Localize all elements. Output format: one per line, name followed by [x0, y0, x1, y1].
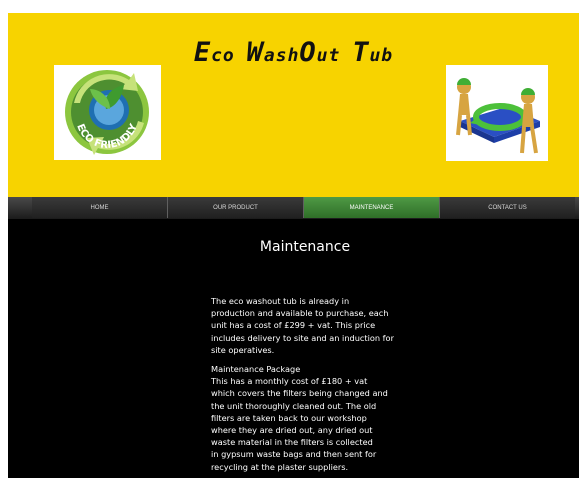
nav-items: HOME OUR PRODUCT MAINTENANCE CONTACT US: [32, 197, 575, 218]
recycle-team-icon: [456, 78, 540, 154]
eco-friendly-logo: ECO FRIENDLY: [54, 65, 161, 160]
intro-paragraph: The eco washout tub is already in produc…: [211, 296, 394, 355]
site-header: Eco WashOut Tub ECO FRIENDLY: [8, 13, 579, 197]
package-paragraph: This has a monthly cost of £180 + vat wh…: [211, 376, 388, 472]
nav-item-home[interactable]: HOME: [32, 197, 168, 218]
nav-item-maintenance[interactable]: MAINTENANCE: [304, 197, 440, 218]
nav-item-our-product[interactable]: OUR PRODUCT: [168, 197, 304, 218]
main-content: Maintenance The eco washout tub is alrea…: [8, 219, 579, 478]
eco-friendly-icon: ECO FRIENDLY: [65, 70, 149, 155]
nav-item-contact-us[interactable]: CONTACT US: [440, 197, 575, 218]
recycling-figures-image: [446, 65, 548, 161]
site-title: Eco WashOut Tub: [193, 37, 394, 68]
article-body: The eco washout tub is already in produc…: [211, 295, 421, 473]
package-title: Maintenance Package: [211, 364, 301, 375]
main-navigation: HOME OUR PRODUCT MAINTENANCE CONTACT US: [8, 197, 579, 219]
page-title: Maintenance: [259, 239, 351, 255]
